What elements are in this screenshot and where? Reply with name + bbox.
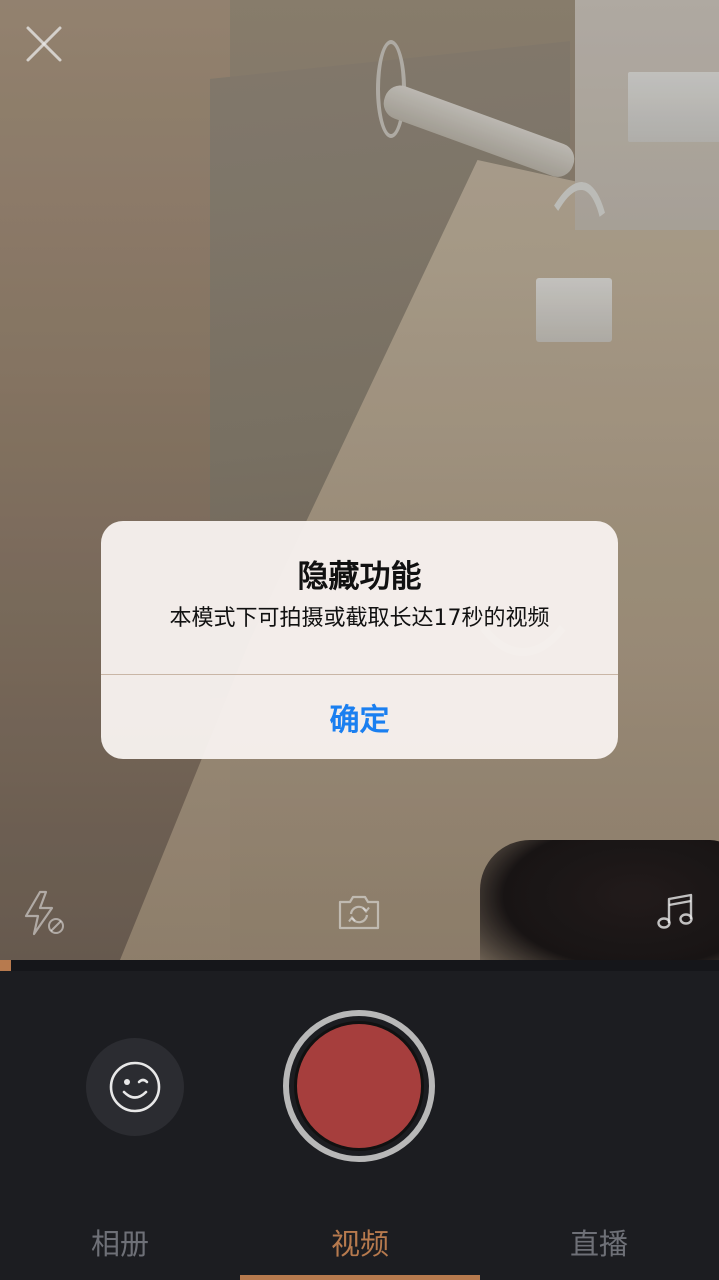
face-sticker-icon	[109, 1061, 161, 1113]
recording-progress-bar	[0, 960, 719, 971]
alert-dialog: 隐藏功能 本模式下可拍摄或截取长达17秒的视频 确定	[101, 521, 618, 759]
active-tab-indicator	[240, 1275, 480, 1280]
mode-tabs: 相册 视频 直播	[0, 1208, 719, 1280]
tab-live[interactable]: 直播	[479, 1208, 719, 1276]
recording-progress-fill	[0, 960, 11, 971]
dialog-message: 本模式下可拍摄或截取长达17秒的视频	[169, 606, 550, 631]
dialog-backdrop	[0, 0, 719, 960]
dialog-title: 隐藏功能	[297, 559, 422, 595]
record-button[interactable]	[283, 1010, 435, 1162]
sticker-button[interactable]	[86, 1038, 184, 1136]
tab-album[interactable]: 相册	[0, 1208, 240, 1276]
camera-screen: 隐藏功能 本模式下可拍摄或截取长达17秒的视频 确定 相册 视频 直播	[0, 0, 719, 1280]
dialog-confirm-button[interactable]: 确定	[101, 675, 618, 759]
capture-panel: 相册 视频 直播	[0, 960, 719, 1280]
tab-video[interactable]: 视频	[240, 1208, 480, 1276]
record-button-core	[294, 1021, 424, 1151]
